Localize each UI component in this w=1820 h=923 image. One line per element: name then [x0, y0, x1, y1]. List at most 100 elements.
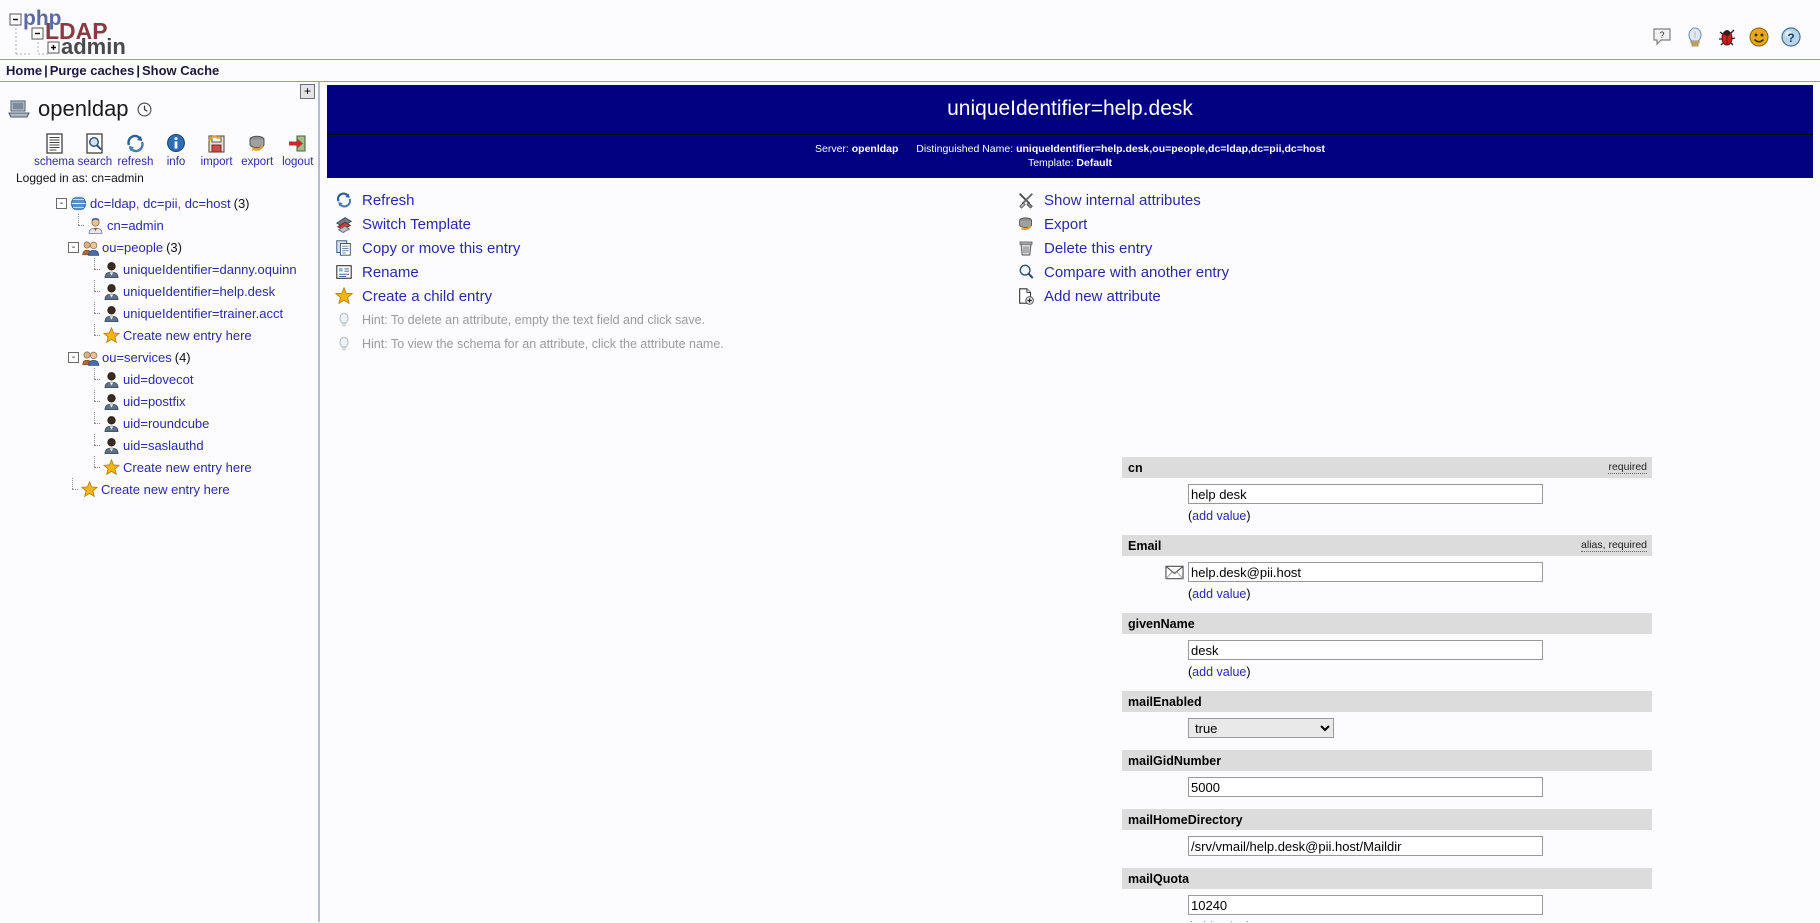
sidebar-tool-bar: schema search [0, 132, 318, 168]
tree-label-create-entry-services[interactable]: Create new entry here [123, 460, 252, 475]
add-value-link[interactable]: add value [1192, 920, 1246, 922]
sidebar-server-name[interactable]: openldap [38, 96, 129, 122]
action-switch-template[interactable]: Switch Template [335, 212, 724, 236]
action-refresh-label[interactable]: Refresh [362, 192, 415, 209]
action-show-internal-attributes-label[interactable]: Show internal attributes [1044, 192, 1201, 209]
attribute-input-email[interactable] [1188, 562, 1543, 582]
entry-dn-value: uniqueIdentifier=help.desk,ou=people,dc=… [1016, 143, 1325, 155]
attribute-header: givenName [1122, 613, 1652, 634]
tree-label-ou-services[interactable]: ou=services [102, 350, 172, 365]
tree-label-uid-roundcube[interactable]: uid=roundcube [123, 416, 209, 431]
tree-label-cn-admin[interactable]: cn=admin [107, 218, 164, 233]
attribute-name-mailhomedirectory[interactable]: mailHomeDirectory [1128, 813, 1243, 827]
tree-toggle-ou-services[interactable]: - [68, 352, 79, 363]
entry-actions-left: Refresh Switch Template [335, 188, 724, 356]
action-copy-or-move[interactable]: Copy or move this entry [335, 236, 724, 260]
search-icon [75, 132, 116, 154]
breadcrumb-show-cache[interactable]: Show Cache [142, 63, 219, 78]
tree-node-uid-roundcube[interactable]: uid=roundcube [0, 412, 318, 434]
action-delete-entry[interactable]: Delete this entry [1017, 236, 1229, 260]
sidebar-tool-search[interactable]: search [75, 132, 116, 168]
action-delete-entry-label[interactable]: Delete this entry [1044, 240, 1152, 257]
tree-label-uid-dovecot[interactable]: uid=dovecot [123, 372, 193, 387]
action-create-child-entry-label[interactable]: Create a child entry [362, 288, 492, 305]
sidebar-tool-export[interactable]: export [237, 132, 278, 168]
tree-node-uid-saslauthd[interactable]: uid=saslauthd [0, 434, 318, 456]
attribute-input-cn[interactable] [1188, 484, 1543, 504]
tree-label-create-entry-root[interactable]: Create new entry here [101, 482, 230, 497]
attribute-name-email[interactable]: Email [1128, 539, 1161, 553]
help-icon[interactable]: ? [1780, 26, 1802, 48]
tree-node-help-desk[interactable]: uniqueIdentifier=help.desk [0, 280, 318, 302]
tree-label-ou-people[interactable]: ou=people [102, 240, 163, 255]
attribute-input-mailquota[interactable] [1188, 895, 1543, 915]
action-create-child-entry[interactable]: Create a child entry [335, 284, 724, 308]
attribute-input-mailgidnumber[interactable] [1188, 777, 1543, 797]
sidebar-tool-schema[interactable]: schema [34, 132, 75, 168]
attribute-row: mailEnabled true false [1122, 691, 1652, 746]
sidebar: + openldap [0, 82, 320, 922]
breadcrumb-home[interactable]: Home [6, 63, 42, 78]
attribute-select-mailenabled[interactable]: true false [1188, 718, 1334, 738]
attribute-input-mailhomedirectory[interactable] [1188, 836, 1543, 856]
attribute-input-givenname[interactable] [1188, 640, 1543, 660]
add-value-link[interactable]: add value [1192, 587, 1246, 601]
action-show-internal-attributes[interactable]: Show internal attributes [1017, 188, 1229, 212]
tree-label-help-desk[interactable]: uniqueIdentifier=help.desk [123, 284, 275, 299]
add-value-link[interactable]: add value [1192, 509, 1246, 523]
question-balloon-icon[interactable]: ? [1652, 26, 1674, 48]
action-add-new-attribute[interactable]: Add new attribute [1017, 284, 1229, 308]
tree-node-cn-admin[interactable]: cn=admin [0, 214, 318, 236]
tree-toggle-root[interactable]: - [56, 198, 67, 209]
server-computer-icon [8, 99, 30, 119]
tree-label-root[interactable]: dc=ldap, dc=pii, dc=host [90, 196, 231, 211]
action-export[interactable]: Export [1017, 212, 1229, 236]
action-compare-entry[interactable]: Compare with another entry [1017, 260, 1229, 284]
tree-node-danny-oquinn[interactable]: uniqueIdentifier=danny.oquinn [0, 258, 318, 280]
tree-label-danny-oquinn[interactable]: uniqueIdentifier=danny.oquinn [123, 262, 297, 277]
add-value-link[interactable]: add value [1192, 665, 1246, 679]
attribute-name-mailgidnumber[interactable]: mailGidNumber [1128, 754, 1221, 768]
bug-icon[interactable] [1716, 26, 1738, 48]
action-add-new-attribute-label[interactable]: Add new attribute [1044, 288, 1161, 305]
action-compare-entry-label[interactable]: Compare with another entry [1044, 264, 1229, 281]
attribute-name-cn[interactable]: cn [1128, 461, 1143, 475]
attribute-name-mailenabled[interactable]: mailEnabled [1128, 695, 1202, 709]
tree-node-trainer-acct[interactable]: uniqueIdentifier=trainer.acct [0, 302, 318, 324]
smiley-icon[interactable] [1748, 26, 1770, 48]
tree-label-uid-saslauthd[interactable]: uid=saslauthd [123, 438, 204, 453]
tree-node-uid-postfix[interactable]: uid=postfix [0, 390, 318, 412]
tree-label-create-entry-people[interactable]: Create new entry here [123, 328, 252, 343]
attribute-header: Email alias, required [1122, 535, 1652, 556]
tree-toggle-ou-people[interactable]: - [68, 242, 79, 253]
action-rename-label[interactable]: Rename [362, 264, 419, 281]
tree-node-root[interactable]: - dc=ldap, dc=pii, dc=host (3) [0, 192, 318, 214]
clock-icon[interactable] [137, 102, 152, 117]
sidebar-tool-import[interactable]: import [196, 132, 237, 168]
attribute-name-mailquota[interactable]: mailQuota [1128, 872, 1189, 886]
lightbulb-icon [335, 335, 353, 353]
tree-node-create-entry-services[interactable]: Create new entry here [0, 456, 318, 478]
tree-label-uid-postfix[interactable]: uid=postfix [123, 394, 186, 409]
info-icon [156, 132, 197, 154]
tree-node-create-entry-root[interactable]: Create new entry here [0, 478, 318, 500]
lightbulb-icon[interactable] [1684, 26, 1706, 48]
action-copy-or-move-label[interactable]: Copy or move this entry [362, 240, 520, 257]
globe-icon [70, 195, 87, 212]
action-export-label[interactable]: Export [1044, 216, 1087, 233]
action-switch-template-label[interactable]: Switch Template [362, 216, 471, 233]
tree-label-trainer-acct[interactable]: uniqueIdentifier=trainer.acct [123, 306, 283, 321]
tree-node-uid-dovecot[interactable]: uid=dovecot [0, 368, 318, 390]
tree-node-create-entry-people[interactable]: Create new entry here [0, 324, 318, 346]
sidebar-tool-info[interactable]: info [156, 132, 197, 168]
phpldapadmin-logo[interactable]: php LDAP admin [6, 4, 246, 58]
action-refresh[interactable]: Refresh [335, 188, 724, 212]
tree-node-ou-services[interactable]: - ou=services (4) [0, 346, 318, 368]
sidebar-expand-button[interactable]: + [300, 84, 315, 99]
tree-node-ou-people[interactable]: - ou=people (3) [0, 236, 318, 258]
breadcrumb-purge-caches[interactable]: Purge caches [50, 63, 135, 78]
sidebar-tool-refresh[interactable]: refresh [115, 132, 156, 168]
attribute-name-givenname[interactable]: givenName [1128, 617, 1195, 631]
sidebar-tool-logout[interactable]: logout [277, 132, 318, 168]
action-rename[interactable]: Rename [335, 260, 724, 284]
